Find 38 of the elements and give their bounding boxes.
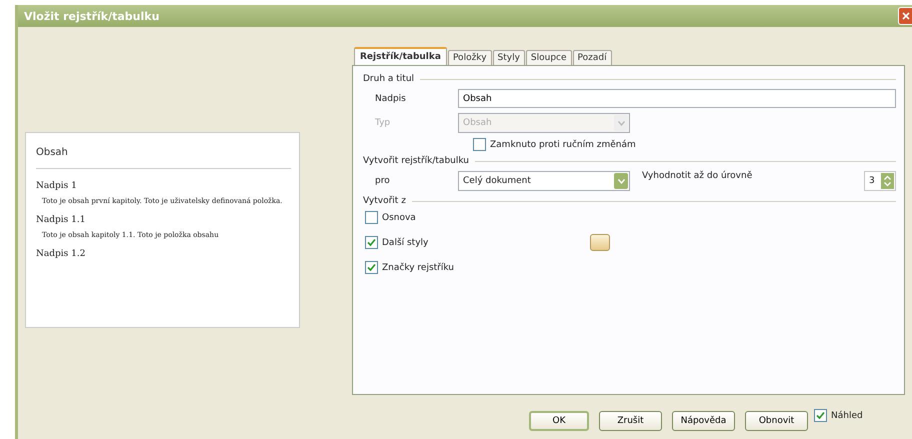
tab[interactable]: Rejstřík/tabulka	[354, 47, 447, 65]
field-label: Nadpis	[375, 94, 407, 104]
preview-heading: Nadpis 1	[36, 181, 78, 191]
dialog-button[interactable]: Zrušit	[599, 411, 662, 431]
option-checkbox[interactable]: Další styly	[365, 236, 428, 249]
scope-dropdown[interactable]: Celý dokument	[458, 171, 630, 191]
tab[interactable]: Sloupce	[526, 50, 572, 65]
close-icon	[902, 12, 910, 20]
window-title: Vložit rejstřík/tabulku	[24, 10, 160, 22]
section-heading: Vytvořit rejstřík/tabulku	[363, 156, 469, 166]
dialog-button[interactable]: Nápověda	[672, 411, 735, 431]
preview-checkbox[interactable]: Náhled	[814, 409, 863, 422]
check-icon	[367, 263, 376, 272]
tab[interactable]: Položky	[448, 50, 492, 65]
section-heading: Vytvořit z	[363, 196, 406, 206]
tab[interactable]: Styly	[492, 50, 525, 65]
option-checkbox[interactable]: Osnova	[365, 211, 416, 224]
preview-title: Obsah	[36, 147, 69, 158]
dialog-button[interactable]: OK	[529, 411, 589, 431]
lock-checkbox[interactable]: Zamknuto proti ručním změnám	[473, 138, 636, 151]
caret-icon	[618, 120, 624, 126]
check-icon	[367, 238, 376, 247]
caret-icon	[618, 178, 624, 184]
spinner-arrows-icon	[883, 175, 892, 187]
browse-button[interactable]	[590, 234, 610, 251]
preview-heading: Nadpis 1.2	[36, 249, 86, 259]
section-heading: Druh a titul	[363, 74, 414, 84]
level-spinner[interactable]: 3	[864, 171, 896, 191]
dialog-button[interactable]: Obnovit	[745, 411, 808, 431]
field-label: Typ	[375, 118, 392, 128]
field-label: pro	[375, 176, 391, 186]
field-label: Vyhodnotit až do úrovně	[642, 171, 754, 181]
option-checkbox[interactable]: Značky rejstříku	[365, 261, 454, 274]
check-icon	[816, 411, 825, 420]
title-field[interactable]: Obsah	[458, 89, 896, 108]
tab[interactable]: Pozadí	[572, 50, 612, 65]
preview-heading: Nadpis 1.1	[36, 215, 86, 225]
close-button[interactable]	[898, 7, 912, 25]
